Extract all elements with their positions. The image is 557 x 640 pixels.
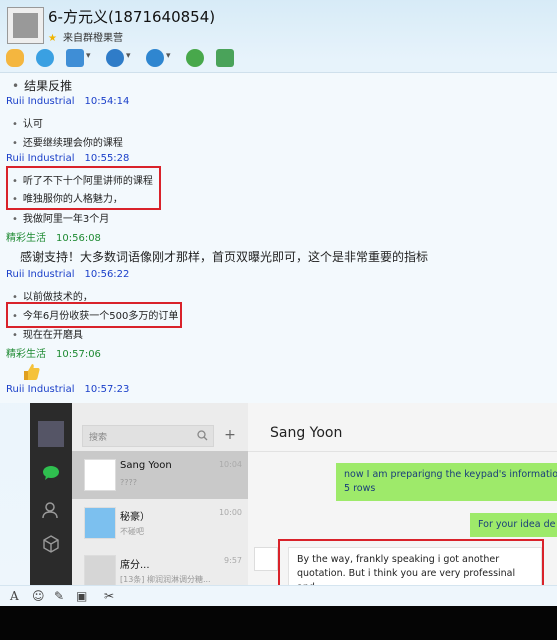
input-toolbar: A ☺ ✎ ▣ ✂ bbox=[0, 585, 557, 606]
message-bubble-right: For your idea de bbox=[470, 513, 557, 537]
contact-item[interactable]: Sang Yoon ???? 10:04 bbox=[72, 451, 248, 499]
wechat-sidebar bbox=[30, 403, 72, 585]
video-camera-icon[interactable] bbox=[36, 49, 54, 67]
message: • 以前做技术的， bbox=[12, 292, 93, 303]
emoji-icon[interactable]: ☺ bbox=[32, 589, 45, 603]
font-icon[interactable]: A bbox=[10, 589, 19, 603]
contact-subtitle: ★ 来自群橙果营 bbox=[48, 29, 123, 44]
contact-avatar bbox=[84, 507, 116, 539]
contact-avatar[interactable] bbox=[7, 7, 44, 44]
wechat-screenshot: 搜索 + Sang Yoon ???? 10:04 秘豪） 不碰吧 10:00 bbox=[30, 403, 557, 585]
message-sender: Ruii Industrial 10:54:14 bbox=[6, 96, 130, 107]
star-icon: ★ bbox=[48, 33, 57, 44]
edit-icon[interactable]: ✎ bbox=[54, 589, 64, 603]
message-bubble-right: now I am preparigng the keypad's informa… bbox=[336, 463, 557, 501]
message-sender: Ruii Industrial 10:55:28 bbox=[6, 153, 130, 164]
add-user-icon[interactable] bbox=[186, 49, 204, 67]
chat-toolbar bbox=[6, 46, 246, 70]
wechat-chat-panel: Sang Yoon now I am preparigng the keypad… bbox=[248, 403, 557, 585]
message: • 听了不下十个阿里讲师的课程 bbox=[12, 176, 153, 187]
wechat-search-input[interactable]: 搜索 bbox=[82, 425, 214, 447]
contact-item[interactable]: 席分... [13条] 柳润润淋调分糖... 9:57 bbox=[72, 547, 248, 585]
chat-title: Sang Yoon bbox=[270, 425, 343, 441]
contact-item[interactable]: 秘豪） 不碰吧 10:00 bbox=[72, 499, 248, 547]
folder-icon[interactable] bbox=[66, 49, 91, 67]
search-icon bbox=[197, 430, 208, 441]
contact-time: 9:57 bbox=[224, 556, 242, 565]
message-sender: 精彩生活 10:57:06 bbox=[6, 349, 101, 360]
contact-time: 10:00 bbox=[218, 508, 242, 517]
message: • 唯独服你的人格魅力， bbox=[12, 194, 123, 205]
contacts-icon[interactable] bbox=[42, 501, 60, 519]
message: 感谢支持！大多数词语像刚才那样，首页双曝光即可，这个是非常重要的指标 bbox=[20, 250, 429, 264]
my-avatar[interactable] bbox=[38, 421, 64, 447]
remote-desktop-icon[interactable] bbox=[106, 49, 131, 67]
image-icon[interactable]: ▣ bbox=[76, 589, 87, 603]
apps-icon[interactable] bbox=[216, 49, 234, 67]
contact-preview: [13条] 柳润润淋调分糖... bbox=[120, 575, 211, 584]
contact-name: 秘豪） bbox=[120, 512, 150, 523]
wechat-contact-list: 搜索 + Sang Yoon ???? 10:04 秘豪） 不碰吧 10:00 bbox=[72, 403, 249, 585]
sender-avatar bbox=[254, 547, 278, 571]
divider bbox=[248, 451, 557, 452]
message-sender: 精彩生活 10:56:08 bbox=[6, 233, 101, 244]
message: • 认可 bbox=[12, 119, 43, 130]
chat-icon[interactable] bbox=[42, 465, 60, 481]
contact-preview: ???? bbox=[120, 478, 137, 487]
thumbs-up-icon bbox=[24, 364, 40, 380]
highlight-box bbox=[278, 539, 544, 585]
black-bar bbox=[0, 606, 557, 640]
contact-title: 6-方元义(1871640854) bbox=[48, 8, 216, 26]
message: • 还要继续理会你的课程 bbox=[12, 138, 123, 149]
group-source: 来自群橙果营 bbox=[62, 33, 123, 44]
contact-avatar bbox=[84, 555, 116, 585]
qq-chat-window: 6-方元义(1871640854) ★ 来自群橙果营 •结果反推 Ruii Ind… bbox=[0, 0, 557, 606]
contact-name: 席分... bbox=[120, 560, 150, 571]
remove-user-icon[interactable] bbox=[146, 49, 171, 67]
message-sender: Ruii Industrial 10:57:23 bbox=[6, 384, 130, 395]
contact-name: Sang Yoon bbox=[120, 460, 172, 471]
contact-preview: 不碰吧 bbox=[120, 527, 144, 536]
chat-header: 6-方元义(1871640854) ★ 来自群橙果营 bbox=[0, 0, 557, 72]
contact-time: 10:04 bbox=[218, 460, 242, 469]
scissors-icon[interactable]: ✂ bbox=[104, 589, 114, 603]
message: • 我做阿里一年3个月 bbox=[12, 214, 110, 225]
message: • 现在在开磨具 bbox=[12, 330, 83, 341]
message: • 结果反推 bbox=[12, 79, 73, 93]
message: • 今年6月份收获一个500多万的订单 bbox=[12, 311, 179, 322]
message-area: • 结果反推 Ruii Industrial 10:54:14 • 认可 • 还要继续理… bbox=[0, 72, 557, 403]
add-button[interactable]: + bbox=[220, 425, 240, 445]
microphone-icon[interactable] bbox=[6, 49, 24, 67]
cube-icon[interactable] bbox=[42, 535, 60, 553]
contact-avatar bbox=[84, 459, 116, 491]
message-sender: Ruii Industrial 10:56:22 bbox=[6, 269, 130, 280]
